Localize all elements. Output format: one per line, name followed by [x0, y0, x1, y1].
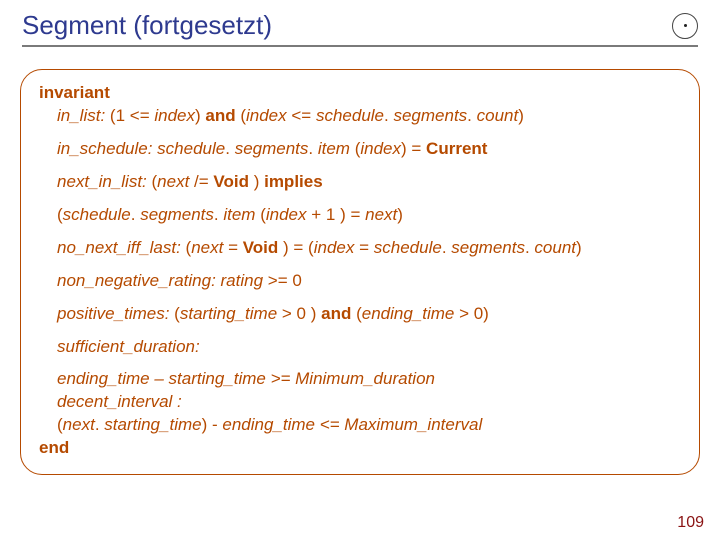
clause-token: ( — [236, 106, 246, 125]
clause-token: non_negative_rating: rating — [57, 271, 268, 290]
clause-token: decent_interval : — [57, 392, 182, 411]
clause-token: /= — [194, 172, 213, 191]
clause-token: starting_time — [180, 304, 282, 323]
clause-token: segments — [451, 238, 525, 257]
clause-token: index — [360, 139, 401, 158]
clause-token: count — [477, 106, 519, 125]
clause-token: ) — [254, 172, 264, 191]
clause-token: (1 <= — [110, 106, 154, 125]
invariant-clauses: in_list: (1 <= index) and (index <= sche… — [39, 105, 681, 437]
clause-token: segments — [140, 205, 214, 224]
clause-token: . — [214, 205, 223, 224]
clause-token: ending_time — [362, 304, 459, 323]
invariant-keyword: invariant — [39, 82, 681, 105]
clause-token: schedule — [63, 205, 131, 224]
slide-title: Segment (fortgesetzt) — [22, 10, 272, 41]
clause-token: segments — [235, 139, 309, 158]
clause-token: count — [534, 238, 576, 257]
clause-token: positive_times: — [57, 304, 174, 323]
clause-token: segments — [393, 106, 467, 125]
invariant-clause: next_in_list: (next /= Void ) implies — [57, 171, 681, 194]
clause-token: schedule — [316, 106, 384, 125]
invariant-clause: positive_times: ( starting_time > 0 ) and… — [57, 303, 681, 326]
clause-token: in_list: — [57, 106, 110, 125]
clause-token: ( — [351, 304, 361, 323]
clause-token: and — [205, 106, 235, 125]
clause-token: ending_time <= Maximum_interval — [222, 415, 482, 434]
clause-token: ending_time – starting_time >= Minimum_d… — [57, 369, 435, 388]
clause-token: item — [318, 139, 355, 158]
clause-token: ) - — [202, 415, 223, 434]
clause-token: in_schedule: schedule — [57, 139, 225, 158]
clause-token: Current — [426, 139, 487, 158]
clause-token: index — [314, 238, 359, 257]
clause-token: next — [191, 238, 228, 257]
ring-logo-icon — [672, 13, 698, 39]
invariant-clause: non_negative_rating: rating >= 0 — [57, 270, 681, 293]
clause-token: and — [321, 304, 351, 323]
clause-token: Void — [243, 238, 283, 257]
clause-token: index — [154, 106, 195, 125]
clause-token: > 0 ) — [282, 304, 321, 323]
clause-token: no_next_iff_last: — [57, 238, 186, 257]
clause-token: . — [442, 238, 451, 257]
clause-token: schedule — [374, 238, 442, 257]
invariant-clause: in_list: (1 <= index) and (index <= sche… — [57, 105, 681, 128]
clause-token: . — [308, 139, 317, 158]
clause-token: ) — [518, 106, 524, 125]
invariant-box: invariant in_list: (1 <= index) and (ind… — [20, 69, 700, 475]
clause-token: . — [225, 139, 234, 158]
clause-token: ) = ( — [283, 238, 314, 257]
clause-token: implies — [264, 172, 323, 191]
clause-token: next — [365, 205, 397, 224]
clause-token: starting_time — [104, 415, 201, 434]
clause-token: ) — [195, 106, 205, 125]
clause-token: ) — [397, 205, 403, 224]
clause-token: . — [95, 415, 104, 434]
clause-token: = — [407, 139, 426, 158]
clause-token: next_in_list: — [57, 172, 152, 191]
clause-token: <= — [287, 106, 316, 125]
clause-token: + 1 ) = — [311, 205, 365, 224]
clause-token: Void — [213, 172, 253, 191]
title-row: Segment (fortgesetzt) — [22, 10, 698, 47]
clause-token: = — [359, 238, 374, 257]
slide: Segment (fortgesetzt) invariant in_list:… — [0, 0, 720, 540]
end-keyword: end — [39, 437, 681, 460]
clause-token: index — [266, 205, 311, 224]
clause-token: . — [131, 205, 140, 224]
clause-token: next — [63, 415, 95, 434]
invariant-clause: in_schedule: schedule. segments. item (i… — [57, 138, 681, 161]
page-number: 109 — [677, 514, 704, 532]
invariant-clause: (schedule. segments. item (index + 1 ) =… — [57, 204, 681, 227]
clause-token: ) — [576, 238, 582, 257]
clause-token: . — [525, 238, 534, 257]
invariant-clause: ending_time – starting_time >= Minimum_d… — [57, 368, 681, 391]
clause-token: . — [467, 106, 476, 125]
invariant-clause: (next. starting_time) - ending_time <= M… — [57, 414, 681, 437]
invariant-clause: decent_interval : — [57, 391, 681, 414]
clause-token: >= 0 — [268, 271, 302, 290]
invariant-clause: sufficient_duration: — [57, 336, 681, 359]
clause-token: next — [157, 172, 194, 191]
clause-token: item — [223, 205, 260, 224]
clause-token: > 0) — [459, 304, 489, 323]
invariant-clause: no_next_iff_last: (next = Void ) = (inde… — [57, 237, 681, 260]
clause-token: index — [246, 106, 287, 125]
clause-token: = — [228, 238, 243, 257]
clause-token: sufficient_duration: — [57, 337, 200, 356]
